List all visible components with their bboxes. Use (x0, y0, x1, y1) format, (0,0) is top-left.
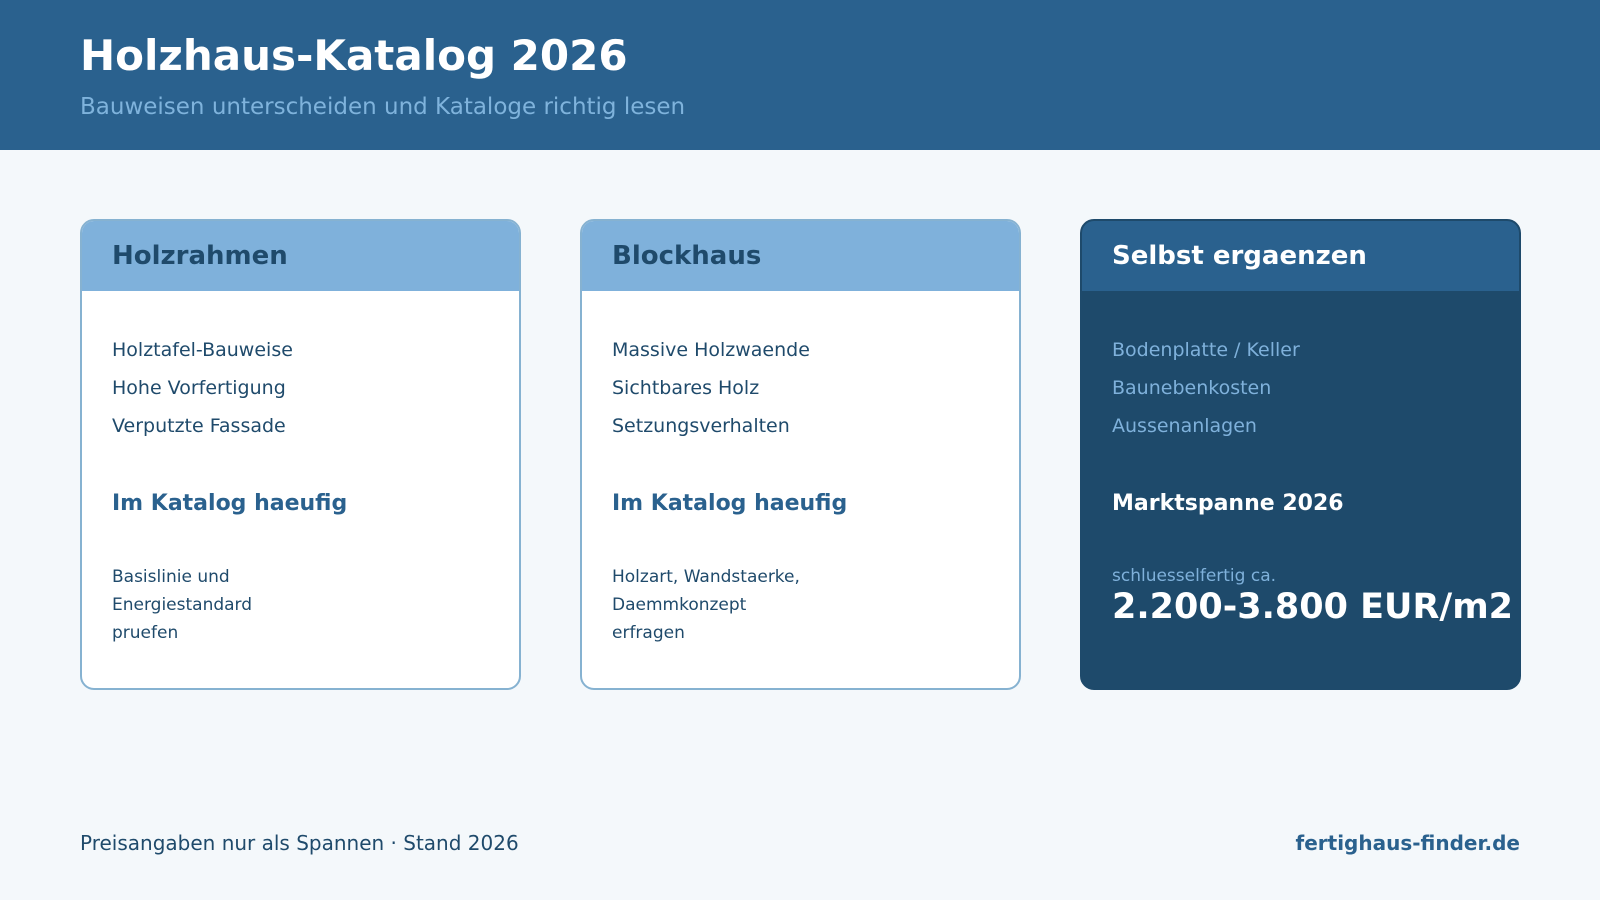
catalog-note: Holzart, Wandstaerke, Daemmkonzept erfra… (612, 563, 812, 647)
card-title: Blockhaus (582, 221, 1019, 291)
note-line: Basislinie und (112, 567, 230, 587)
footer-note: Preisangaben nur als Spannen · Stand 202… (80, 831, 519, 855)
card-selbst-ergaenzen: Selbst ergaenzen Bodenplatte / Keller Ba… (1080, 219, 1521, 690)
page-subtitle: Bauweisen unterscheiden und Kataloge ric… (80, 94, 686, 120)
list-item: Setzungsverhalten (612, 415, 790, 437)
section-title: Im Katalog haeufig (612, 491, 848, 516)
page-title: Holzhaus-Katalog 2026 (80, 31, 628, 80)
list-item: Aussenanlagen (1112, 415, 1257, 437)
catalog-note: Basislinie und Energiestandard pruefen (112, 563, 312, 647)
card-title: Holzrahmen (82, 221, 519, 291)
feature-list: Holztafel-Bauweise Hohe Vorfertigung Ver… (112, 331, 293, 445)
list-item: Bodenplatte / Keller (1112, 339, 1300, 361)
page-header: Holzhaus-Katalog 2026 Bauweisen untersch… (0, 0, 1600, 150)
note-line: pruefen (112, 623, 179, 643)
list-item: Sichtbares Holz (612, 377, 760, 399)
section-title: Im Katalog haeufig (112, 491, 348, 516)
footer-site: fertighaus-finder.de (1295, 831, 1520, 855)
card-holzrahmen: Holzrahmen Holztafel-Bauweise Hohe Vorfe… (80, 219, 521, 690)
section-title: Marktspanne 2026 (1112, 491, 1344, 516)
note-line: Holzart, Wandstaerke, (612, 567, 800, 587)
feature-list: Massive Holzwaende Sichtbares Holz Setzu… (612, 331, 810, 445)
feature-list: Bodenplatte / Keller Baunebenkosten Auss… (1112, 331, 1300, 445)
note-line: Energiestandard (112, 595, 253, 615)
price-value: 2.200-3.800 EUR/m2 (1112, 587, 1514, 627)
card-title: Selbst ergaenzen (1082, 221, 1519, 291)
note-line: erfragen (612, 623, 685, 643)
note-line: Daemmkonzept (612, 595, 747, 615)
list-item: Holztafel-Bauweise (112, 339, 293, 361)
list-item: Baunebenkosten (1112, 377, 1272, 399)
card-blockhaus: Blockhaus Massive Holzwaende Sichtbares … (580, 219, 1021, 690)
list-item: Hohe Vorfertigung (112, 377, 286, 399)
list-item: Verputzte Fassade (112, 415, 286, 437)
list-item: Massive Holzwaende (612, 339, 810, 361)
